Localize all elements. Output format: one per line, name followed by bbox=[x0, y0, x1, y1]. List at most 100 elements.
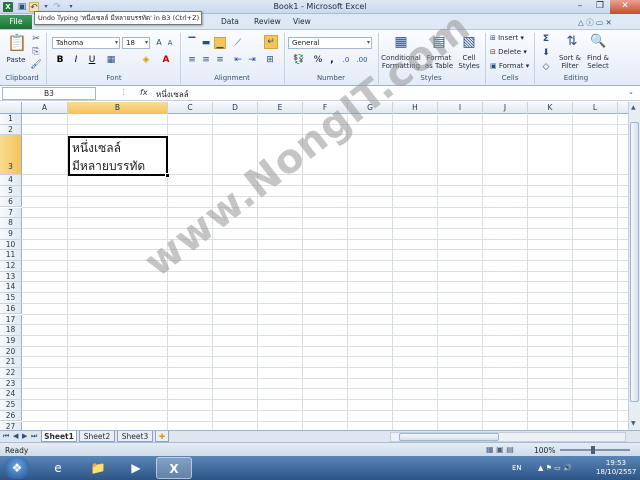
row-header-20[interactable]: 20 bbox=[0, 346, 22, 358]
insert-sheet-icon[interactable]: ✚ bbox=[155, 431, 169, 442]
zoom-slider-knob[interactable] bbox=[591, 446, 595, 454]
excel-taskbar-icon[interactable]: X bbox=[156, 457, 192, 479]
fill-icon[interactable]: ⬇ bbox=[540, 47, 552, 59]
scroll-up-icon[interactable]: ▲ bbox=[631, 104, 636, 111]
tab-view[interactable]: View bbox=[293, 17, 311, 26]
row-header-5[interactable]: 5 bbox=[0, 186, 22, 197]
number-format-combo[interactable]: General ▾ bbox=[288, 37, 372, 49]
horizontal-scroll-thumb[interactable] bbox=[399, 433, 499, 441]
row-header-23[interactable]: 23 bbox=[0, 378, 22, 390]
paste-button[interactable]: Paste bbox=[3, 56, 29, 64]
sheet-tab-sheet3[interactable]: Sheet3 bbox=[117, 431, 153, 442]
percent-button[interactable]: % bbox=[312, 54, 324, 66]
prev-sheet-icon[interactable]: ◀ bbox=[13, 432, 18, 440]
row-header-3[interactable]: 3 bbox=[0, 135, 22, 176]
clear-icon[interactable]: ◇ bbox=[540, 61, 552, 73]
shrink-font-icon[interactable]: A bbox=[164, 37, 176, 49]
vertical-scroll-thumb[interactable] bbox=[630, 122, 639, 402]
find-select-button[interactable]: Find & Select bbox=[584, 54, 612, 70]
delete-button[interactable]: ⊟ Delete ▾ bbox=[490, 48, 527, 56]
row-header-24[interactable]: 24 bbox=[0, 389, 22, 401]
orientation-icon[interactable]: ⟋ bbox=[232, 37, 244, 49]
cell-b3[interactable]: หนึ่งเซลล์ มีหลายบรรทัด bbox=[68, 136, 168, 176]
find-select-icon[interactable]: 🔍 bbox=[590, 33, 606, 51]
column-header-e[interactable]: E bbox=[258, 102, 303, 114]
row-header-26[interactable]: 26 bbox=[0, 410, 22, 422]
row-header-19[interactable]: 19 bbox=[0, 335, 22, 347]
increase-decimal-icon[interactable]: .0 bbox=[340, 54, 352, 66]
insert-button[interactable]: ⊞ Insert ▾ bbox=[490, 34, 524, 42]
zoom-level[interactable]: 100% bbox=[534, 446, 555, 455]
format-button[interactable]: ▣ Format ▾ bbox=[490, 62, 529, 70]
column-header-k[interactable]: K bbox=[528, 102, 573, 114]
borders-icon[interactable]: ▦ bbox=[105, 54, 117, 66]
align-left-icon[interactable]: ≡ bbox=[186, 54, 198, 66]
first-sheet-icon[interactable]: ⏮ bbox=[3, 432, 9, 441]
align-middle-icon[interactable]: ▬ bbox=[200, 37, 212, 49]
sheet-tab-sheet2[interactable]: Sheet2 bbox=[79, 431, 115, 442]
font-color-icon[interactable]: A bbox=[160, 54, 172, 66]
tab-file[interactable]: File bbox=[0, 15, 32, 29]
tab-review[interactable]: Review bbox=[254, 17, 281, 26]
decrease-decimal-icon[interactable]: .00 bbox=[356, 54, 368, 66]
zoom-slider[interactable] bbox=[560, 449, 630, 451]
font-size-combo[interactable]: 18 ▾ bbox=[122, 37, 150, 49]
row-header-17[interactable]: 17 bbox=[0, 314, 22, 326]
column-header-j[interactable]: J bbox=[483, 102, 528, 114]
ie-icon[interactable]: e bbox=[40, 457, 76, 479]
vertical-scrollbar[interactable]: ▲ ▼ bbox=[628, 102, 640, 430]
autosum-icon[interactable]: Σ bbox=[540, 33, 552, 45]
row-header-10[interactable]: 10 bbox=[0, 239, 22, 251]
row-header-6[interactable]: 6 bbox=[0, 196, 22, 208]
column-header-a[interactable]: A bbox=[22, 102, 68, 114]
media-player-icon[interactable]: ▶ bbox=[118, 457, 154, 479]
paste-icon[interactable]: 📋 bbox=[7, 33, 27, 53]
sort-filter-button[interactable]: Sort & Filter bbox=[556, 54, 584, 70]
column-header-c[interactable]: C bbox=[168, 102, 213, 114]
explorer-icon[interactable]: 📁 bbox=[80, 457, 116, 479]
select-all-button[interactable] bbox=[0, 102, 22, 114]
align-center-icon[interactable]: ≡ bbox=[200, 54, 212, 66]
last-sheet-icon[interactable]: ⏭ bbox=[31, 432, 37, 441]
wrap-text-icon[interactable]: ↵ bbox=[264, 35, 278, 49]
minimize-button[interactable]: – bbox=[570, 0, 590, 14]
increase-indent-icon[interactable]: ⇥ bbox=[246, 54, 258, 66]
formula-input[interactable]: หนึ่งเซลล์ bbox=[156, 88, 189, 101]
bold-button[interactable]: B bbox=[54, 54, 66, 66]
close-button[interactable]: ✕ bbox=[610, 0, 640, 14]
row-header-4[interactable]: 4 bbox=[0, 175, 22, 187]
row-header-22[interactable]: 22 bbox=[0, 368, 22, 379]
tray-icons[interactable]: ▲ ⚑ ▭ 🔊 bbox=[538, 464, 572, 472]
currency-icon[interactable]: 💱 bbox=[290, 54, 308, 66]
fill-color-icon[interactable]: ◈ bbox=[140, 54, 152, 66]
row-header-9[interactable]: 9 bbox=[0, 228, 22, 240]
scroll-down-icon[interactable]: ▼ bbox=[631, 420, 636, 427]
row-header-1[interactable]: 1 bbox=[0, 114, 22, 125]
next-sheet-icon[interactable]: ▶ bbox=[22, 432, 27, 440]
language-indicator[interactable]: EN bbox=[512, 464, 522, 472]
column-header-i[interactable]: I bbox=[438, 102, 483, 114]
copy-icon[interactable]: ⎘ bbox=[30, 46, 42, 58]
row-header-12[interactable]: 12 bbox=[0, 261, 22, 272]
row-header-25[interactable]: 25 bbox=[0, 400, 22, 411]
row-header-13[interactable]: 13 bbox=[0, 271, 22, 283]
column-header-b[interactable]: B bbox=[68, 102, 168, 114]
start-button[interactable]: ❖ bbox=[4, 457, 30, 479]
format-painter-icon[interactable]: 🖌 bbox=[30, 59, 42, 71]
view-mode-icons[interactable]: ▦ ▣ ▤ bbox=[486, 445, 514, 454]
horizontal-scrollbar[interactable] bbox=[390, 432, 626, 442]
row-header-14[interactable]: 14 bbox=[0, 282, 22, 294]
align-top-icon[interactable]: ▔ bbox=[186, 37, 198, 49]
row-header-27[interactable]: 27 bbox=[0, 421, 22, 430]
fill-handle[interactable] bbox=[165, 173, 170, 178]
name-box[interactable]: B3 bbox=[2, 87, 96, 100]
comma-button[interactable]: , bbox=[326, 54, 338, 66]
row-header-16[interactable]: 16 bbox=[0, 303, 22, 315]
help-icon[interactable]: △ ⓘ ▭ ✕ bbox=[578, 17, 612, 28]
cut-icon[interactable]: ✂ bbox=[30, 33, 42, 45]
sheet-tab-sheet1[interactable]: Sheet1 bbox=[41, 431, 77, 442]
tab-data[interactable]: Data bbox=[221, 17, 239, 26]
cell-styles-button[interactable]: Cell Styles bbox=[456, 54, 482, 70]
merge-center-icon[interactable]: ⊞ bbox=[264, 54, 276, 66]
row-header-11[interactable]: 11 bbox=[0, 250, 22, 261]
